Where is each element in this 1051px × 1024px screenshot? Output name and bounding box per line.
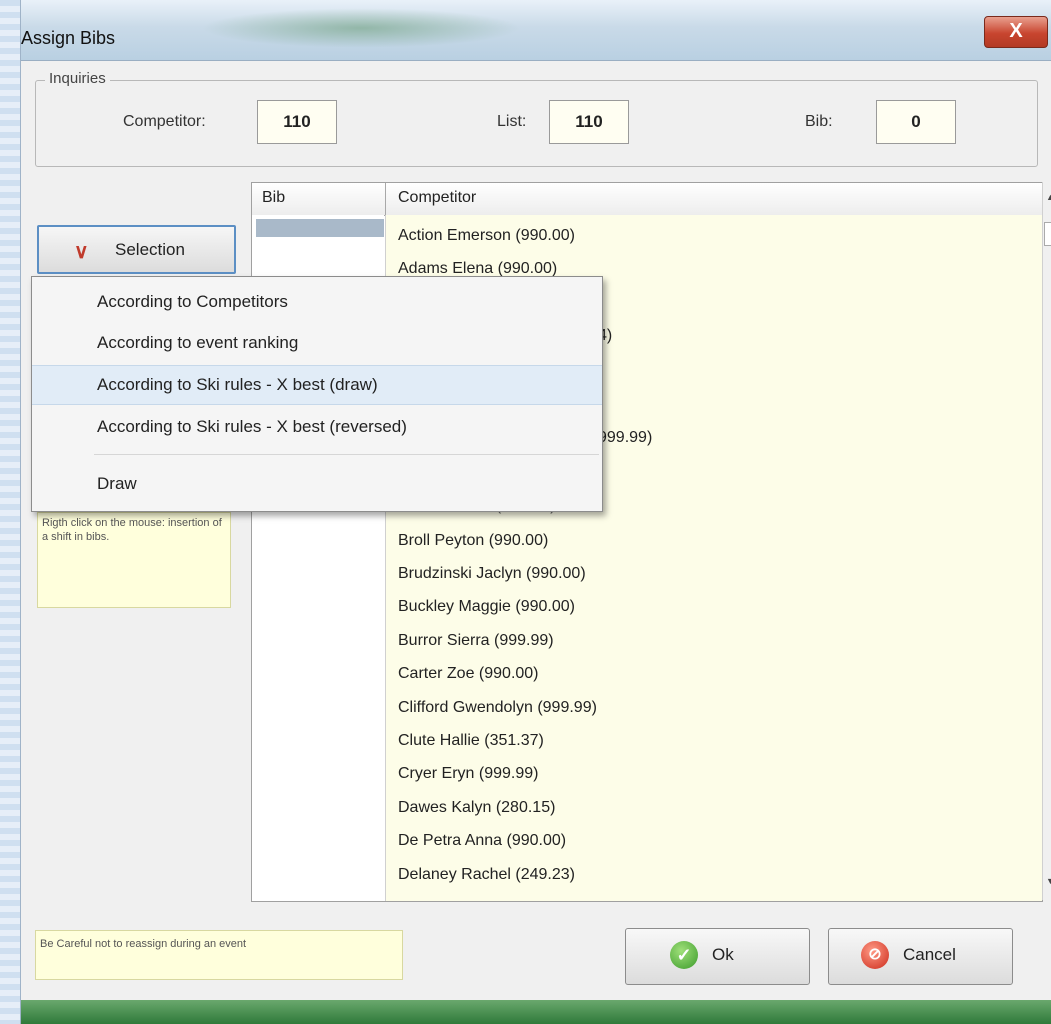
cancel-circle-icon: ⊘ xyxy=(861,941,889,969)
right-click-hint: Rigth click on the mouse: insertion of a… xyxy=(37,512,231,608)
ok-button-label: Ok xyxy=(712,945,734,964)
selection-button-label: Selection xyxy=(115,240,185,259)
table-row[interactable]: Broll Peyton (990.00) xyxy=(398,532,548,550)
inquiries-legend: Inquiries xyxy=(45,70,110,87)
table-row[interactable]: Buckley Maggie (990.00) xyxy=(398,598,575,616)
table-row[interactable]: Cryer Eryn (999.99) xyxy=(398,765,539,783)
close-button[interactable]: X xyxy=(984,16,1048,48)
table-row[interactable]: Delaney Rachel (249.23) xyxy=(398,866,575,884)
grid-scrollbar[interactable]: ▲ ▼ xyxy=(1042,182,1051,900)
menu-item-label: According to event ranking xyxy=(97,333,299,352)
table-row[interactable]: Dawes Kalyn (280.15) xyxy=(398,799,555,817)
status-bar xyxy=(21,1000,1051,1024)
table-row[interactable]: Carter Zoe (990.00) xyxy=(398,665,539,683)
table-row[interactable]: Clute Hallie (351.37) xyxy=(398,732,544,750)
menu-item-event-ranking[interactable]: According to event ranking xyxy=(32,324,602,362)
scroll-up-arrow-icon[interactable]: ▲ xyxy=(1046,192,1051,202)
menu-item-label: According to Competitors xyxy=(97,292,288,311)
menu-item-ski-rules-reversed[interactable]: According to Ski rules - X best (reverse… xyxy=(32,408,602,446)
list-count-field[interactable]: 110 xyxy=(549,100,629,144)
menu-item-draw[interactable]: Draw xyxy=(32,465,602,503)
menu-item-competitors[interactable]: According to Competitors xyxy=(32,283,602,321)
table-row[interactable]: Clifford Gwendolyn (999.99) xyxy=(398,699,597,717)
ok-button[interactable]: ✓ Ok xyxy=(625,928,810,985)
list-label: List: xyxy=(497,113,527,130)
competitor-label: Competitor: xyxy=(123,113,206,130)
menu-item-label: Draw xyxy=(97,474,137,493)
menu-separator xyxy=(94,454,599,455)
selection-menu: According to Competitors According to ev… xyxy=(31,276,603,512)
column-header-bib[interactable]: Bib xyxy=(262,189,285,207)
bib-count-field[interactable]: 0 xyxy=(876,100,956,144)
check-circle-icon: ✓ xyxy=(670,941,698,969)
scroll-down-arrow-icon[interactable]: ▼ xyxy=(1046,876,1051,886)
table-row[interactable]: Action Emerson (990.00) xyxy=(398,227,575,245)
desktop-background xyxy=(0,0,20,1024)
selection-button[interactable]: ∨ Selection xyxy=(37,225,236,274)
window-title: Assign Bibs xyxy=(21,28,116,48)
title-bar[interactable]: Assign Bibs X xyxy=(21,0,1051,61)
warning-note: Be Careful not to reassign during an eve… xyxy=(35,930,403,980)
assign-bibs-window: Assign Bibs X Inquiries Competitor: 110 … xyxy=(20,0,1051,1024)
table-row[interactable]: Brudzinski Jaclyn (990.00) xyxy=(398,565,586,583)
menu-item-label: According to Ski rules - X best (draw) xyxy=(97,375,378,394)
menu-item-ski-rules-draw[interactable]: According to Ski rules - X best (draw) xyxy=(32,365,602,405)
competitor-count-field[interactable]: 110 xyxy=(257,100,337,144)
bib-label: Bib: xyxy=(805,113,833,130)
partial-row-text: 999.99) xyxy=(598,429,653,446)
chevron-down-icon: ∨ xyxy=(74,241,89,263)
grid-header: Bib Competitor xyxy=(252,183,1042,216)
cancel-button-label: Cancel xyxy=(903,945,956,964)
menu-item-label: According to Ski rules - X best (reverse… xyxy=(97,417,407,436)
selected-bib-cell[interactable] xyxy=(256,219,384,237)
table-row[interactable]: Burror Sierra (999.99) xyxy=(398,632,554,650)
column-header-competitor[interactable]: Competitor xyxy=(398,189,476,207)
cancel-button[interactable]: ⊘ Cancel xyxy=(828,928,1013,985)
table-row[interactable]: De Petra Anna (990.00) xyxy=(398,832,566,850)
scrollbar-thumb[interactable] xyxy=(1044,222,1051,246)
